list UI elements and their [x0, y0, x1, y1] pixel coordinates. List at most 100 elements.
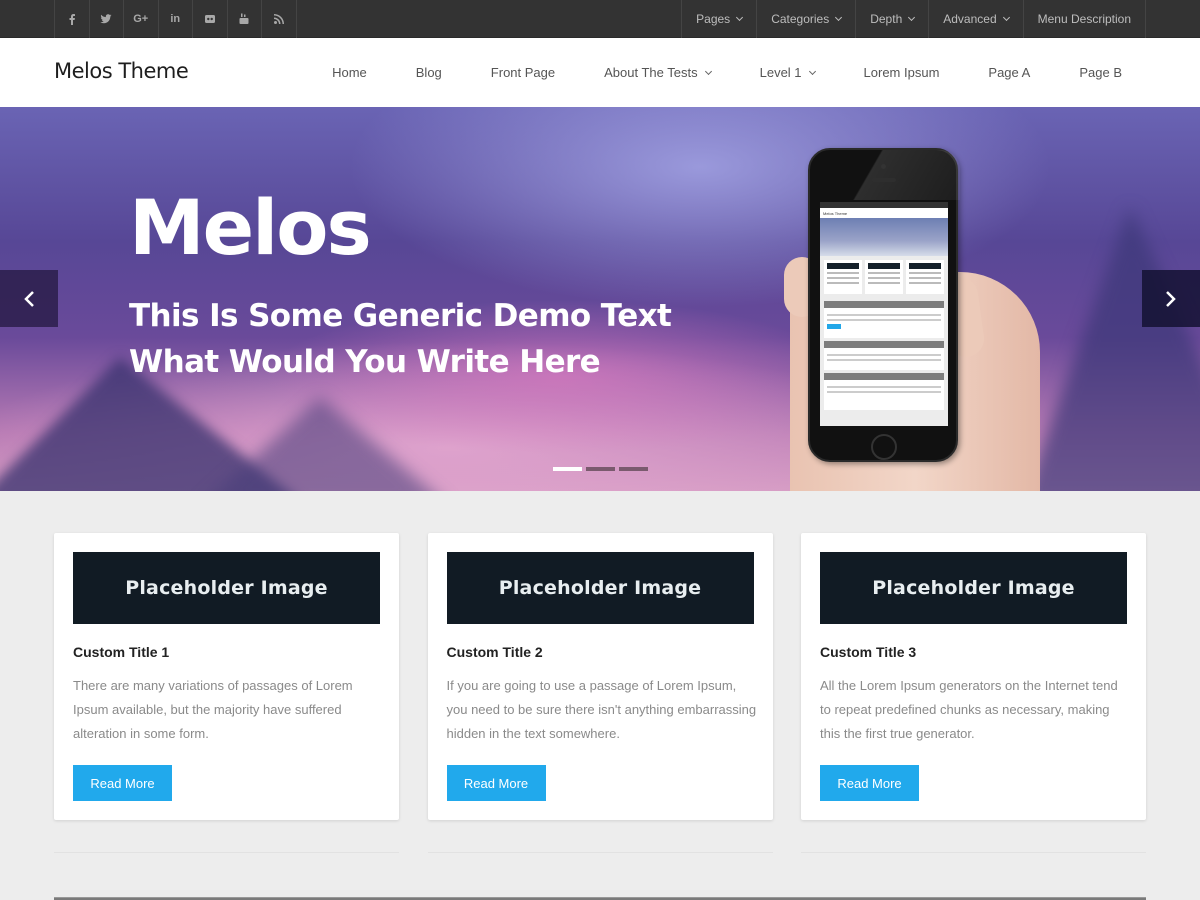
flickr-icon	[204, 15, 215, 23]
card-title: Custom Title 2	[446, 644, 543, 660]
top-menu-categories[interactable]: Categories	[757, 0, 857, 38]
twitter-icon	[100, 14, 112, 24]
top-menu-label: Menu Description	[1037, 12, 1131, 26]
card-image-placeholder: Placeholder Image	[73, 552, 380, 624]
linkedin-link[interactable]: in	[159, 0, 193, 38]
twitter-link[interactable]	[90, 0, 124, 38]
card-text: All the Lorem Ipsum generators on the In…	[820, 678, 1118, 741]
google-plus-link[interactable]: G+	[124, 0, 159, 38]
top-menu-pages[interactable]: Pages	[682, 0, 758, 38]
divider	[427, 852, 773, 853]
nav-label: Lorem Ipsum	[863, 65, 940, 80]
screen-hero	[820, 218, 948, 256]
chevron-right-icon	[1166, 290, 1176, 307]
rss-icon	[273, 14, 284, 24]
chevron-down-icon	[1002, 13, 1010, 22]
screen-header: Melos Theme	[820, 208, 948, 218]
feature-cards: Placeholder Image Custom Title 1 There a…	[54, 533, 1146, 820]
top-menu: Pages Categories Depth Advanced Menu Des…	[681, 0, 1146, 38]
phone-speaker	[872, 178, 896, 182]
nav-blog[interactable]: Blog	[391, 65, 466, 80]
nav-about-the-tests[interactable]: About The Tests	[580, 65, 735, 80]
screen-card	[906, 260, 944, 294]
nav-label: About The Tests	[604, 65, 698, 80]
chevron-left-icon	[24, 290, 34, 307]
top-bar: G+ in Pages Categories Depth Advanced Me…	[0, 0, 1200, 38]
nav-lorem-ipsum[interactable]: Lorem Ipsum	[839, 65, 964, 80]
site-header: Melos Theme Home Blog Front Page About T…	[0, 38, 1200, 107]
feature-card: Placeholder Image Custom Title 2 If you …	[427, 533, 773, 820]
card-title: Custom Title 3	[820, 644, 917, 660]
phone-mockup: Melos Theme	[808, 148, 960, 462]
card-separators	[54, 852, 1146, 853]
social-links: G+ in	[54, 0, 297, 38]
facebook-link[interactable]	[55, 0, 90, 38]
chevron-down-icon	[908, 13, 916, 22]
nav-label: Blog	[415, 65, 442, 80]
card-text: If you are going to use a passage of Lor…	[446, 678, 757, 741]
top-menu-menu-description[interactable]: Menu Description	[1024, 0, 1146, 38]
hero-slider: Melos This Is Some Generic Demo Text Wha…	[0, 107, 1200, 491]
slider-prev-button[interactable]	[0, 270, 58, 327]
nav-label: Front Page	[490, 65, 556, 80]
nav-level-1[interactable]: Level 1	[735, 65, 839, 80]
chevron-down-icon	[835, 13, 843, 22]
background-mountain	[1020, 207, 1200, 491]
card-title: Custom Title 1	[73, 644, 170, 660]
slider-next-button[interactable]	[1142, 270, 1200, 327]
feature-card: Placeholder Image Custom Title 3 All the…	[801, 533, 1146, 820]
nav-label: Level 1	[759, 65, 802, 80]
flickr-link[interactable]	[193, 0, 228, 38]
main-nav: Home Blog Front Page About The Tests Lev…	[308, 38, 1146, 107]
rss-link[interactable]	[262, 0, 297, 38]
phone-home-button	[871, 434, 897, 460]
chevron-down-icon	[736, 13, 744, 22]
top-menu-label: Categories	[771, 12, 830, 26]
top-menu-advanced[interactable]: Advanced	[929, 0, 1024, 38]
slider-dot-3[interactable]	[619, 467, 648, 471]
nav-page-a[interactable]: Page A	[964, 65, 1055, 80]
phone-glare	[810, 150, 960, 200]
hero-subtitle-line: This Is Some Generic Demo Text	[129, 298, 672, 334]
top-menu-depth[interactable]: Depth	[856, 0, 930, 38]
youtube-icon	[239, 13, 249, 24]
screen-section-bar	[824, 341, 944, 348]
google-plus-icon: G+	[133, 13, 149, 25]
read-more-button[interactable]: Read More	[820, 765, 919, 801]
screen-post	[824, 380, 944, 410]
site-title[interactable]: Melos Theme	[54, 59, 189, 83]
nav-page-b[interactable]: Page B	[1055, 65, 1146, 80]
slider-dot-2[interactable]	[586, 467, 615, 471]
screen-card	[824, 260, 862, 294]
nav-label: Home	[332, 65, 367, 80]
nav-label: Page B	[1079, 65, 1122, 80]
divider	[801, 852, 1146, 853]
screen-cards	[820, 256, 948, 298]
read-more-button[interactable]: Read More	[446, 765, 546, 801]
linkedin-icon: in	[170, 13, 181, 25]
card-image-placeholder: Placeholder Image	[820, 552, 1127, 624]
hero-title: Melos	[129, 183, 372, 272]
screen-section-bar	[824, 301, 944, 308]
top-menu-label: Advanced	[943, 12, 997, 26]
slider-pagination	[553, 467, 648, 471]
hero-subtitle: This Is Some Generic Demo Text What Woul…	[129, 293, 672, 385]
phone-camera	[881, 164, 886, 169]
nav-home[interactable]: Home	[308, 65, 392, 80]
feature-card: Placeholder Image Custom Title 1 There a…	[54, 533, 399, 820]
card-text: There are many variations of passages of…	[73, 678, 353, 741]
screen-post	[824, 308, 944, 338]
read-more-button[interactable]: Read More	[73, 765, 172, 801]
top-menu-label: Depth	[870, 12, 903, 26]
youtube-link[interactable]	[228, 0, 262, 38]
card-image-placeholder: Placeholder Image	[446, 552, 754, 624]
nav-label: Page A	[988, 65, 1031, 80]
hero-subtitle-line: What Would You Write Here	[129, 344, 601, 380]
slider-dot-1[interactable]	[553, 467, 582, 471]
phone-screen: Melos Theme	[820, 202, 948, 426]
divider	[54, 852, 399, 853]
screen-post	[824, 348, 944, 370]
nav-front-page[interactable]: Front Page	[466, 65, 579, 80]
chevron-down-icon	[808, 67, 816, 75]
screen-card	[865, 260, 903, 294]
